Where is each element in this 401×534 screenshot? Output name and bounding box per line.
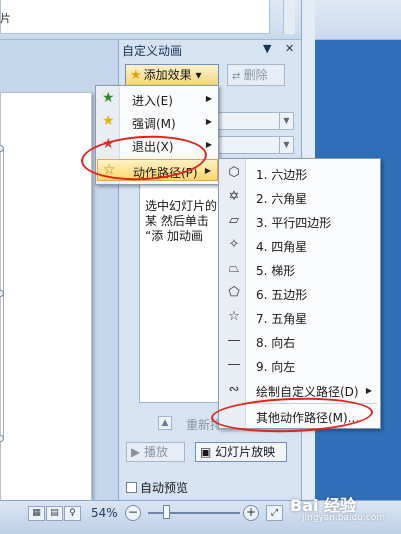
move-up-icon[interactable]: ▲ xyxy=(158,416,172,430)
zoom-slider[interactable] xyxy=(148,512,240,514)
chevron-down-icon: ▼ xyxy=(279,137,293,153)
normal-view-icon[interactable]: ▦ xyxy=(28,506,45,521)
menu-item-label: 6. 五边形 xyxy=(256,288,308,302)
menu-item-four-point-star[interactable]: ✧ 4. 四角星 xyxy=(220,234,380,257)
menu-item-entrance[interactable]: ★ 进入(E) ▶ xyxy=(97,88,218,110)
slideshow-button[interactable]: ▣ 幻灯片放映 xyxy=(195,442,287,462)
resize-handle[interactable] xyxy=(0,145,4,152)
zoom-slider-thumb[interactable] xyxy=(163,505,170,519)
pane-title: 自定义动画 xyxy=(122,44,183,58)
fit-to-window-icon[interactable]: ⤢ xyxy=(266,505,283,521)
menu-item-label: 9. 向左 xyxy=(256,360,296,374)
five-point-star-icon: ☆ xyxy=(228,309,240,324)
motion-path-submenu: ⬡ 1. 六边形 ✡ 2. 六角星 ▱ 3. 平行四边形 ✧ 4. 四角星 ⏢ … xyxy=(218,158,381,429)
hint-text: 选中幻灯片的某 然后单击 “添 加动画 xyxy=(145,199,218,243)
line-left-icon: — xyxy=(227,357,241,372)
hexagon-icon: ⬡ xyxy=(228,165,240,180)
resize-handle[interactable] xyxy=(0,290,4,297)
emphasis-star-icon: ★ xyxy=(102,113,115,129)
menu-item-six-point-star[interactable]: ✡ 2. 六角星 xyxy=(220,186,380,209)
remove-button[interactable]: ⇄ 删除 xyxy=(227,64,285,86)
custom-path-icon: ∾ xyxy=(228,382,240,397)
pane-close-button[interactable]: ✕ xyxy=(285,42,294,55)
menu-item-label: 3. 平行四边形 xyxy=(256,216,332,230)
slideshow-icon: ▣ xyxy=(200,445,216,459)
menu-item-pentagon[interactable]: ⬠ 6. 五边形 xyxy=(220,282,380,305)
menu-item-label: 8. 向右 xyxy=(256,336,296,350)
document-area-top xyxy=(0,0,270,34)
submenu-arrow-icon: ▶ xyxy=(205,117,212,126)
pentagon-icon: ⬠ xyxy=(228,285,240,300)
slideshow-view-icon[interactable]: ♀ xyxy=(64,506,81,521)
menu-item-hexagon[interactable]: ⬡ 1. 六边形 xyxy=(220,162,380,185)
play-label: 播放 xyxy=(144,445,169,459)
menu-item-label: 4. 四角星 xyxy=(256,240,308,254)
watermark-url: jingyan.baidu.com xyxy=(302,513,386,523)
four-point-star-icon: ✧ xyxy=(228,237,240,252)
play-icon: ▶ xyxy=(131,445,145,459)
menu-item-label: 7. 五角星 xyxy=(256,312,308,326)
submenu-arrow-icon: ▶ xyxy=(204,166,211,175)
slideshow-label: 幻灯片放映 xyxy=(215,445,276,459)
submenu-arrow-icon: ▶ xyxy=(205,140,212,149)
play-button[interactable]: ▶ 播放 xyxy=(126,442,185,462)
menu-item-five-point-star[interactable]: ☆ 7. 五角星 xyxy=(220,306,380,329)
sorter-view-icon[interactable]: ▤ xyxy=(46,506,63,521)
menu-item-label: 进入(E) xyxy=(132,94,173,108)
checkbox-icon xyxy=(126,482,137,493)
menu-item-left[interactable]: — 9. 向左 xyxy=(220,354,380,377)
zoom-level[interactable]: 54% xyxy=(91,506,118,520)
menu-item-label: 5. 梯形 xyxy=(256,264,296,278)
menu-item-label: 强调(M) xyxy=(132,117,176,131)
trapezoid-icon: ⏢ xyxy=(228,261,240,276)
menu-item-trapezoid[interactable]: ⏢ 5. 梯形 xyxy=(220,258,380,281)
pane-menu-button[interactable]: ▼ xyxy=(263,42,271,55)
top-scrollbar[interactable] xyxy=(283,0,295,34)
remove-icon: ⇄ xyxy=(232,71,244,82)
six-point-star-icon: ✡ xyxy=(228,189,240,204)
autopreview-label: 自动预览 xyxy=(140,481,189,495)
start-select[interactable]: ▼ xyxy=(218,112,294,130)
parallelogram-icon: ▱ xyxy=(229,213,239,228)
entrance-star-icon: ★ xyxy=(102,90,115,106)
remove-label: 删除 xyxy=(243,68,268,82)
selected-placeholder[interactable] xyxy=(0,145,4,442)
submenu-arrow-icon: ▶ xyxy=(205,94,212,103)
menu-item-right[interactable]: — 8. 向右 xyxy=(220,330,380,353)
add-effect-label: 添加效果 ▾ xyxy=(143,68,202,82)
menu-item-parallelogram[interactable]: ▱ 3. 平行四边形 xyxy=(220,210,380,233)
slide-canvas[interactable] xyxy=(0,92,92,512)
menu-item-emphasis[interactable]: ★ 强调(M) ▶ xyxy=(97,111,218,133)
add-effect-button[interactable]: ★ 添加效果 ▾ xyxy=(125,64,219,86)
line-right-icon: — xyxy=(227,333,241,348)
star-icon: ★ xyxy=(130,68,142,83)
autopreview-checkbox[interactable]: 自动预览 xyxy=(126,479,188,496)
chevron-down-icon: ▼ xyxy=(279,113,293,129)
submenu-arrow-icon: ▶ xyxy=(365,386,372,395)
zoom-out-button[interactable]: − xyxy=(125,505,141,521)
property-select[interactable]: ▼ xyxy=(218,136,294,154)
zoom-in-button[interactable]: + xyxy=(243,505,259,521)
menu-item-label: 2. 六角星 xyxy=(256,192,308,206)
partial-label: 片 xyxy=(0,12,11,25)
menu-item-label: 1. 六边形 xyxy=(256,168,308,182)
